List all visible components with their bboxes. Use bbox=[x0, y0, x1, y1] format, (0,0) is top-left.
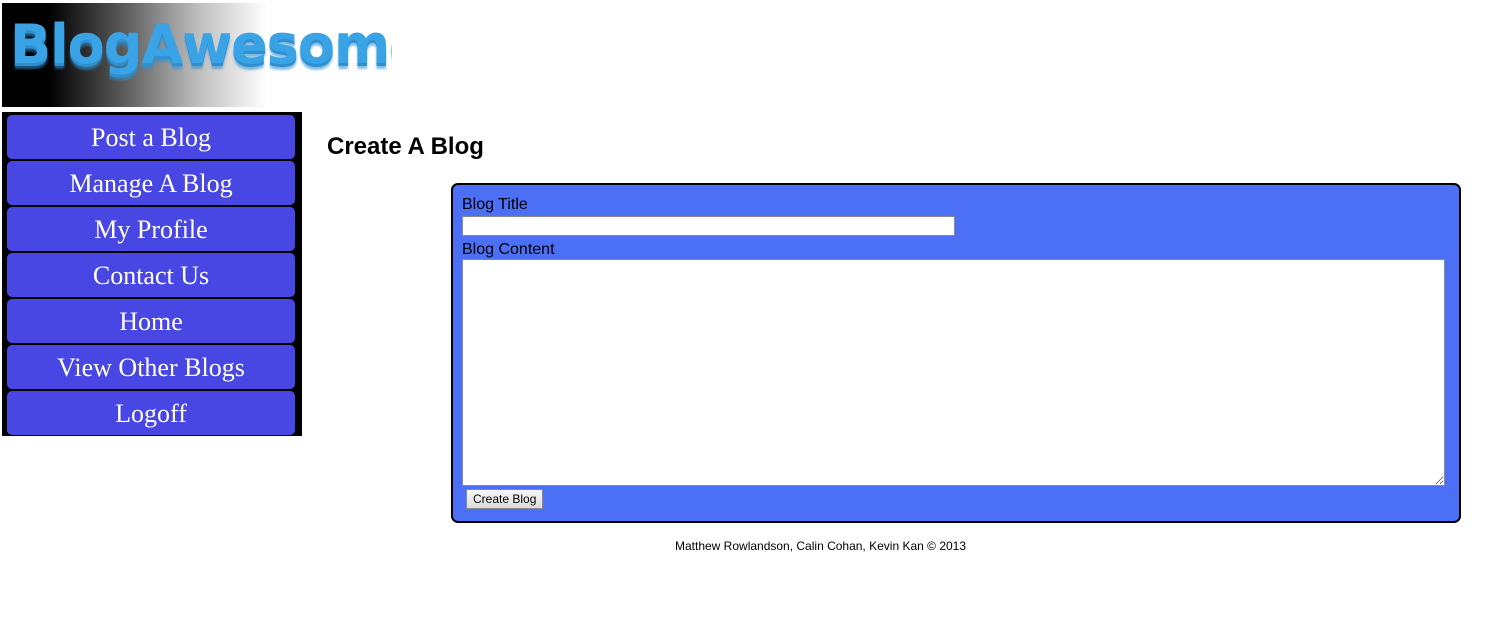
nav-item-my-profile[interactable]: My Profile bbox=[7, 207, 295, 251]
nav-item-post-a-blog[interactable]: Post a Blog bbox=[7, 115, 295, 159]
nav-item-logoff[interactable]: Logoff bbox=[7, 391, 295, 435]
blog-content-label: Blog Content bbox=[462, 241, 555, 258]
logo-text: BlogAwesome! bbox=[10, 13, 392, 76]
sidebar-nav: Post a Blog Manage A Blog My Profile Con… bbox=[2, 112, 302, 436]
blog-content-textarea[interactable] bbox=[462, 259, 1445, 486]
create-blog-form: Blog Title Blog Content Create Blog bbox=[451, 183, 1461, 523]
blog-title-input[interactable] bbox=[462, 216, 955, 236]
nav-item-view-other-blogs[interactable]: View Other Blogs bbox=[7, 345, 295, 389]
nav-item-contact-us[interactable]: Contact Us bbox=[7, 253, 295, 297]
footer-credits: Matthew Rowlandson, Calin Cohan, Kevin K… bbox=[675, 539, 967, 553]
nav-item-home[interactable]: Home bbox=[7, 299, 295, 343]
nav-item-manage-a-blog[interactable]: Manage A Blog bbox=[7, 161, 295, 205]
create-blog-button[interactable]: Create Blog bbox=[466, 489, 544, 509]
page-title: Create A Blog bbox=[327, 133, 484, 160]
blog-title-label: Blog Title bbox=[462, 196, 528, 213]
site-logo[interactable]: BlogAwesome! bbox=[2, 3, 392, 107]
